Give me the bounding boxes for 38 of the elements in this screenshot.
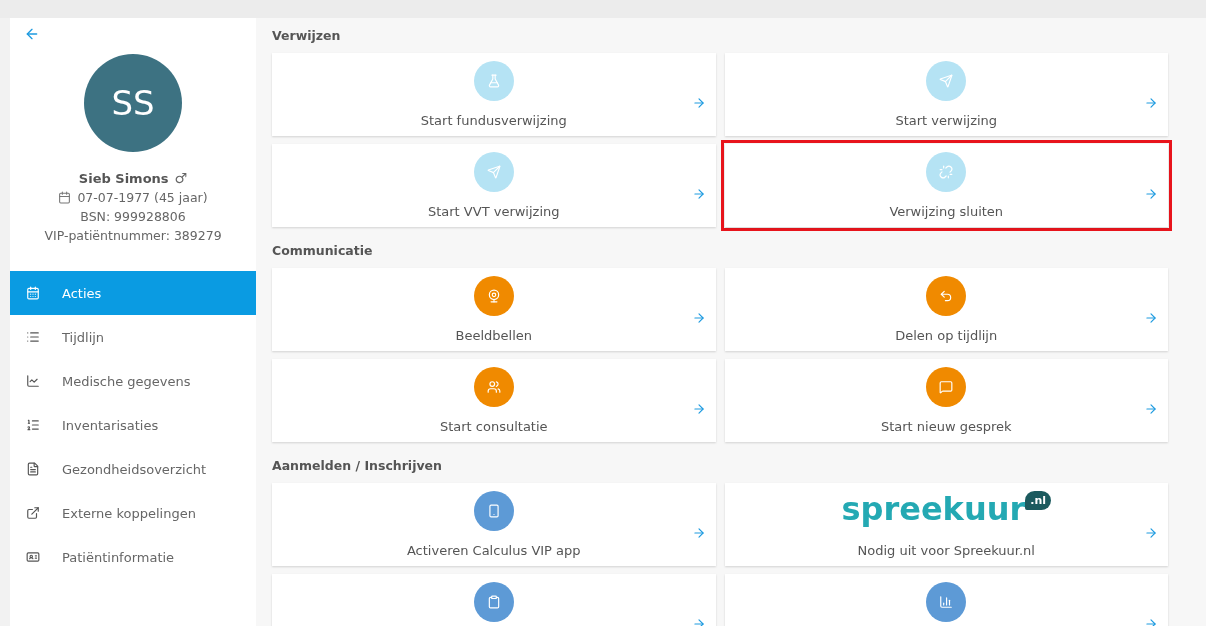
arrow-icon — [691, 402, 706, 416]
nav-item[interactable]: Patiëntinformatie — [10, 535, 256, 579]
nav-item[interactable]: Externe koppelingen — [10, 491, 256, 535]
patient-number: VIP-patiëntnummer: 389279 — [44, 228, 222, 243]
numbered-list-icon — [26, 418, 40, 432]
back-button[interactable] — [24, 26, 40, 42]
action-card[interactable]: Activeren Calculus VIP app — [272, 483, 716, 566]
id-card-icon — [26, 550, 40, 564]
action-card[interactable]: Start verwijzing — [724, 53, 1168, 136]
action-card[interactable]: Beeldbellen — [272, 268, 716, 351]
nav-item[interactable]: Medische gegevens — [10, 359, 256, 403]
arrow-icon — [691, 96, 706, 110]
external-link-icon — [26, 506, 40, 520]
action-card[interactable]: Delen op tijdlijn — [724, 268, 1168, 351]
action-card[interactable]: Start nieuw gesprek — [724, 359, 1168, 442]
list-icon — [26, 330, 40, 344]
action-card[interactable]: Start VVT verwijzing — [272, 144, 716, 227]
arrow-icon — [691, 311, 706, 325]
calendar-icon — [58, 191, 72, 204]
nav-item[interactable]: Tijdlijn — [10, 315, 256, 359]
nav-item[interactable]: Inventarisaties — [10, 403, 256, 447]
arrow-icon — [691, 526, 706, 540]
action-card[interactable]: Start consultatie — [272, 359, 716, 442]
patient-name: Sieb Simons — [78, 170, 169, 186]
document-icon — [26, 462, 40, 476]
action-card[interactable]: Start fundusverwijzing — [272, 53, 716, 136]
nav-item[interactable]: Gezondheidsoverzicht — [10, 447, 256, 491]
section-title: Aanmelden / Inschrijven — [272, 458, 443, 473]
bsn-number: BSN: 999928806 — [80, 209, 186, 224]
section-title: Verwijzen — [272, 28, 342, 43]
action-card[interactable]: Verwijzing sluiten — [724, 144, 1168, 227]
line-chart-icon — [26, 374, 40, 388]
calendar-icon — [26, 286, 40, 300]
gender-symbol: ♂ — [174, 170, 188, 186]
section-title: Communicatie — [272, 243, 374, 258]
avatar: SS — [84, 54, 182, 152]
arrow-icon — [691, 187, 706, 201]
birth-date: 07-07-1977 (45 jaar) — [77, 190, 208, 205]
